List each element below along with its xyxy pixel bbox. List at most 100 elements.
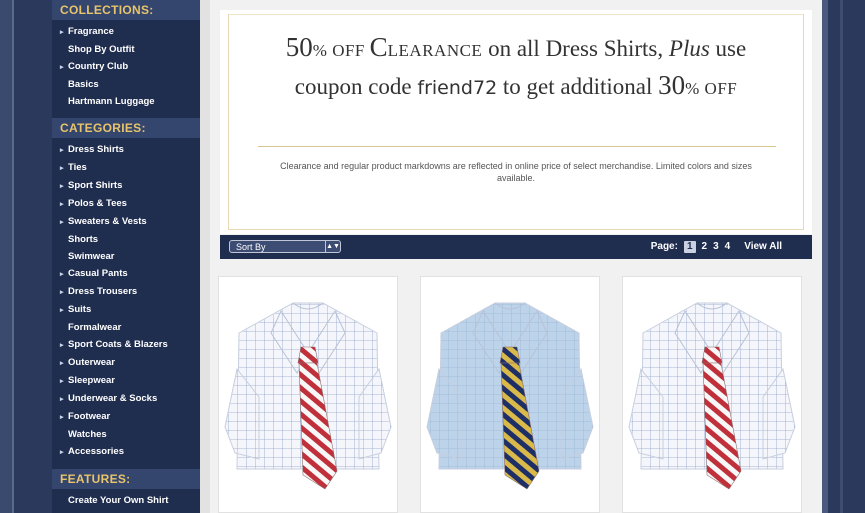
sidebar-link-label: Fragrance [68, 26, 114, 37]
sidebar-link-label: Sweaters & Vests [68, 216, 147, 227]
sidebar-link-label: Dress Trousers [68, 286, 138, 297]
expand-arrow-icon: ▸ [60, 147, 64, 154]
sidebar-link[interactable]: ▸ Polos & Tees [52, 195, 200, 213]
sidebar-link-label: Ties [68, 162, 87, 173]
expand-arrow-icon: ▸ [60, 307, 64, 314]
sidebar-link[interactable]: Shop By Outfit [52, 41, 200, 58]
sidebar-link[interactable]: Create Your Own Shirt [52, 492, 200, 509]
page-number-link[interactable]: 4 [725, 240, 731, 254]
promo-pct-2-suffix: % OFF [685, 79, 738, 98]
shirt-graphic [628, 302, 796, 490]
sidebar-link[interactable]: ▸ Dress Shirts [52, 141, 200, 159]
expand-arrow-icon: ▸ [60, 396, 64, 403]
product-image-dress-shirt[interactable] [421, 277, 599, 513]
sidebar: COLLECTIONS: ▸ Fragrance Shop By Outfit ▸ Co… [52, 0, 200, 513]
product-card[interactable] [420, 276, 600, 513]
sidebar-link-label: Create Your Own Shirt [68, 495, 169, 506]
sidebar-link-label: Country Club [68, 61, 129, 72]
expand-arrow-icon: ▸ [60, 165, 64, 172]
product-image-dress-shirt[interactable] [623, 277, 801, 513]
sidebar-link-label: Polos & Tees [68, 198, 127, 209]
expand-arrow-icon: ▸ [60, 414, 64, 421]
sidebar-link-label: Outerwear [68, 357, 115, 368]
expand-arrow-icon: ▸ [60, 342, 64, 349]
sidebar-link-label: Swimwear [68, 251, 115, 262]
page-number-link[interactable]: 1 [683, 241, 696, 253]
sidebar-link-label: Sport Shirts [68, 180, 123, 191]
sidebar-link[interactable]: ▸ Dress Trousers [52, 283, 200, 301]
sidebar-link[interactable]: Basics [52, 76, 200, 93]
collections-heading: COLLECTIONS: [52, 0, 200, 20]
expand-arrow-icon: ▸ [60, 289, 64, 296]
expand-arrow-icon: ▸ [60, 219, 64, 226]
sidebar-gutter [200, 0, 210, 513]
product-card[interactable] [218, 276, 398, 513]
sort-by-label: Sort By [236, 242, 266, 252]
expand-arrow-icon: ▸ [60, 449, 64, 456]
sort-by-select[interactable]: Sort By ▲▼ [229, 240, 341, 253]
expand-arrow-icon: ▸ [60, 64, 64, 71]
page-left-rule [12, 0, 14, 513]
page-right-rule [822, 0, 828, 513]
sidebar-link[interactable]: ▸ Country Club [52, 58, 200, 76]
expand-arrow-icon: ▸ [60, 378, 64, 385]
promo-on-all: on all Dress Shirts, [482, 36, 669, 61]
page-left-border [0, 0, 12, 513]
sidebar-link[interactable]: ▸ Casual Pants [52, 265, 200, 283]
sidebar-link[interactable]: ▸ Sport Shirts [52, 177, 200, 195]
sidebar-link[interactable]: Formalwear [52, 319, 200, 336]
sidebar-link[interactable]: How To Tie a Tie [52, 509, 200, 513]
sidebar-link-label: Footwear [68, 411, 111, 422]
sidebar-link-label: Shorts [68, 234, 99, 245]
product-image-dress-shirt[interactable] [219, 277, 397, 513]
page-right-border [822, 0, 865, 513]
promo-clearance-initial: C [369, 32, 388, 62]
sidebar-link-label: Underwear & Socks [68, 393, 158, 404]
expand-arrow-icon: ▸ [60, 183, 64, 190]
sidebar-link-label: Suits [68, 304, 92, 315]
sidebar-link[interactable]: ▸ Accessories [52, 443, 200, 461]
page-label: Page: [650, 241, 678, 252]
sidebar-link[interactable]: ▸ Sweaters & Vests [52, 213, 200, 231]
sidebar-link-label: Shop By Outfit [68, 44, 135, 55]
promo-fine-print: Clearance and regular product markdowns … [280, 161, 752, 183]
coupon-code: friend72 [417, 77, 498, 99]
sidebar-link[interactable]: Shorts [52, 231, 200, 248]
main-content: 50% OFF CLEARANCE on all Dress Shirts, P… [210, 0, 822, 513]
view-all-link[interactable]: View All [744, 241, 782, 252]
categories-heading: CATEGORIES: [52, 118, 200, 138]
sidebar-link[interactable]: ▸ Footwear [52, 408, 200, 426]
promo-divider [258, 146, 776, 147]
expand-arrow-icon: ▸ [60, 360, 64, 367]
sidebar-link[interactable]: Watches [52, 426, 200, 443]
promo-pct-1: 50 [285, 32, 313, 62]
shirt-graphic [224, 302, 392, 490]
sidebar-link-label: Dress Shirts [68, 144, 124, 155]
shirt-graphic [426, 302, 594, 490]
sidebar-link-label: Basics [68, 79, 99, 90]
expand-arrow-icon: ▸ [60, 271, 64, 278]
expand-arrow-icon: ▸ [60, 201, 64, 208]
sidebar-link-label: Formalwear [68, 322, 122, 333]
sidebar-link-label: Sport Coats & Blazers [68, 339, 168, 350]
page-number-link[interactable]: 3 [713, 240, 719, 254]
page-number-link[interactable]: 2 [702, 240, 708, 254]
sidebar-link[interactable]: Swimwear [52, 248, 200, 265]
sidebar-link[interactable]: ▸ Underwear & Socks [52, 390, 200, 408]
collections-list: ▸ Fragrance Shop By Outfit ▸ Country Club Bas… [52, 20, 200, 118]
sidebar-link[interactable]: ▸ Suits [52, 301, 200, 319]
sidebar-link[interactable]: ▸ Fragrance [52, 23, 200, 41]
sidebar-link[interactable]: ▸ Ties [52, 159, 200, 177]
expand-arrow-icon: ▸ [60, 29, 64, 36]
sidebar-link-label: Hartmann Luggage [68, 96, 155, 107]
sidebar-link[interactable]: ▸ Outerwear [52, 354, 200, 372]
page-numbers: 1234 [678, 240, 731, 254]
sidebar-link[interactable]: ▸ Sport Coats & Blazers [52, 336, 200, 354]
select-arrows-icon: ▲▼ [325, 241, 340, 252]
product-card[interactable] [622, 276, 802, 513]
sidebar-link[interactable]: Hartmann Luggage [52, 93, 200, 110]
sidebar-link[interactable]: ▸ Sleepwear [52, 372, 200, 390]
promo-to-get: to get additional [497, 74, 659, 99]
sidebar-link-label: Watches [68, 429, 107, 440]
features-list: Create Your Own Shirt How To Tie a Tie [52, 489, 200, 513]
